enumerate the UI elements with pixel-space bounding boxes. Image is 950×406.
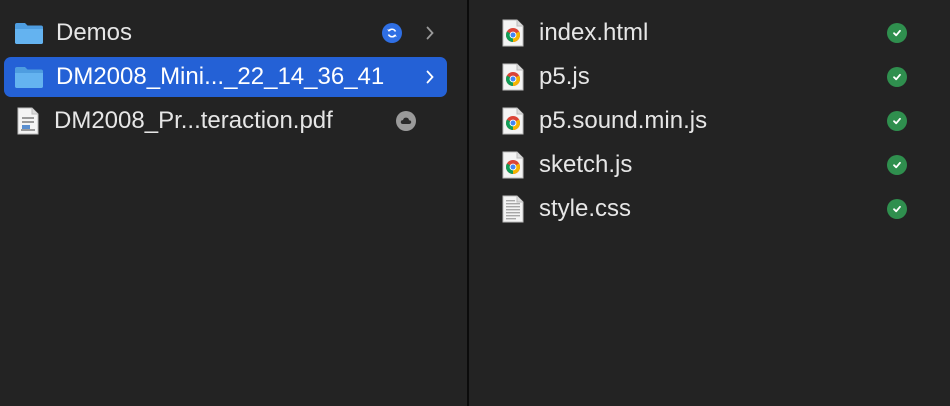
- item-name: DM2008_Mini..._22_14_36_41: [56, 63, 385, 90]
- list-item-p5-js[interactable]: p5.js: [499, 57, 919, 97]
- text-document-icon: [502, 195, 524, 223]
- synced-check-icon: [887, 67, 907, 87]
- item-name: p5.sound.min.js: [539, 107, 708, 134]
- pdf-document-icon: [17, 107, 39, 135]
- finder-column-browser: Demos DM2008_Mini..._22_14_36_41 DM2008_…: [0, 0, 950, 406]
- list-item-index-html[interactable]: index.html: [499, 13, 919, 53]
- item-name: style.css: [539, 195, 632, 222]
- item-name: index.html: [539, 19, 649, 46]
- column-parent: Demos DM2008_Mini..._22_14_36_41 DM2008_…: [0, 0, 467, 406]
- folder-icon: [15, 67, 43, 88]
- chrome-document-icon: [502, 19, 524, 47]
- item-name: Demos: [56, 19, 133, 46]
- item-name: p5.js: [539, 63, 590, 90]
- synced-check-icon: [887, 199, 907, 219]
- list-item-style-css[interactable]: style.css: [499, 189, 919, 229]
- item-name: DM2008_Pr...teraction.pdf: [54, 107, 333, 134]
- synced-check-icon: [887, 111, 907, 131]
- folder-icon: [15, 23, 43, 44]
- item-name: sketch.js: [539, 151, 633, 178]
- chevron-right-icon: [422, 57, 438, 97]
- chevron-right-icon: [422, 13, 438, 53]
- list-item-dm2008-pdf[interactable]: DM2008_Pr...teraction.pdf: [4, 101, 447, 141]
- list-item-dm2008-mini-folder[interactable]: DM2008_Mini..._22_14_36_41: [4, 57, 447, 97]
- list-item-sketch-js[interactable]: sketch.js: [499, 145, 919, 185]
- sync-icon: [382, 23, 402, 43]
- cloud-icon: [396, 111, 416, 131]
- synced-check-icon: [887, 155, 907, 175]
- list-item-demos[interactable]: Demos: [4, 13, 447, 53]
- chrome-document-icon: [502, 151, 524, 179]
- chrome-document-icon: [502, 107, 524, 135]
- synced-check-icon: [887, 23, 907, 43]
- chrome-document-icon: [502, 63, 524, 91]
- column-folder-contents: index.html p5.js p5.sound.min.js sketch.…: [469, 0, 950, 406]
- list-item-p5-sound-min-js[interactable]: p5.sound.min.js: [499, 101, 919, 141]
